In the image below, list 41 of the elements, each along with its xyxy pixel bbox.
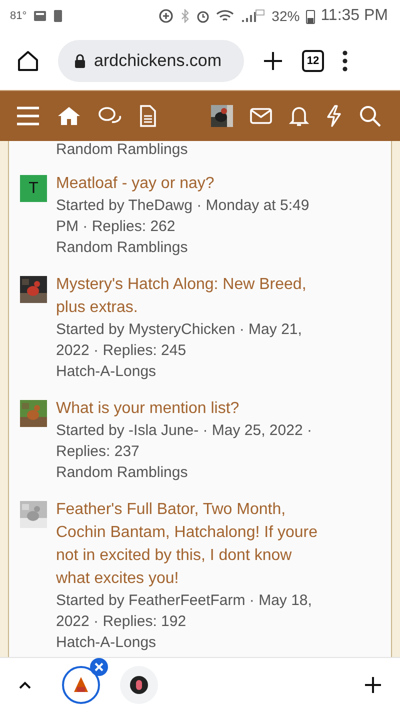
wifi-icon	[216, 9, 234, 23]
thread-title-link[interactable]: Feather's Full Bator, Two Month, Cochin Bantam, Hatchalong! If youre not in excited by this, I dont know what excites you!	[56, 498, 328, 590]
bluetooth-icon	[180, 9, 190, 23]
forum-name[interactable]: Random Ramblings	[56, 141, 188, 159]
avatar[interactable]: T	[20, 175, 47, 202]
tab-count-button[interactable]: 12	[302, 50, 324, 72]
data-saver-icon	[158, 8, 174, 24]
new-tab-icon[interactable]	[262, 50, 284, 72]
alarm-icon	[196, 9, 210, 23]
clock-text: 11:35 PM	[320, 7, 388, 25]
tab-thumbnail[interactable]	[62, 666, 100, 704]
battery-icon	[306, 8, 315, 24]
thread-meta-text: Started by FeatherFeetFarm · May 18, 2022 · Replies: 192	[56, 591, 313, 632]
thread-title-link[interactable]: What is your mention list?	[56, 397, 328, 420]
chevron-up-icon[interactable]	[18, 680, 32, 690]
address-bar[interactable]: ardchickens.com	[58, 40, 244, 82]
thread-meta-text: Started by -Isla June- · May 25, 2022 · Replies: 237	[56, 421, 313, 462]
thread-title-link[interactable]: Meatloaf - yay or nay?	[56, 172, 328, 195]
mail-icon[interactable]	[250, 107, 272, 125]
menu-icon[interactable]	[16, 106, 40, 126]
document-icon[interactable]	[139, 105, 157, 127]
tab-thumbnail[interactable]	[120, 666, 158, 704]
battery-text: 32%	[272, 8, 300, 24]
close-icon[interactable]	[90, 658, 108, 676]
bell-icon[interactable]	[289, 105, 309, 127]
signal-icon	[240, 9, 266, 23]
forum-name[interactable]: Random Ramblings	[56, 237, 328, 258]
temperature-text: 81°	[10, 10, 27, 22]
search-icon[interactable]	[359, 105, 381, 127]
plus-icon[interactable]	[364, 676, 382, 694]
lock-icon	[74, 54, 86, 68]
forum-name[interactable]: Hatch-A-Longs	[56, 361, 328, 382]
forum-name[interactable]: Hatch-A-Longs	[56, 632, 328, 653]
more-icon[interactable]	[342, 50, 348, 72]
speech-bubbles-icon[interactable]	[98, 106, 122, 126]
lightning-icon[interactable]	[326, 105, 342, 127]
forum-name[interactable]: Random Ramblings	[56, 462, 328, 483]
thread-title-link[interactable]: Mystery's Hatch Along: New Breed, plus extras.	[56, 273, 328, 319]
thread-meta-text: Started by TheDawg · Monday at 5:49 PM · Replies: 262	[56, 196, 310, 237]
thread-meta-text: Started by MysteryChicken · May 21, 2022 · Replies: 245	[56, 320, 303, 361]
home-icon[interactable]	[16, 49, 40, 73]
